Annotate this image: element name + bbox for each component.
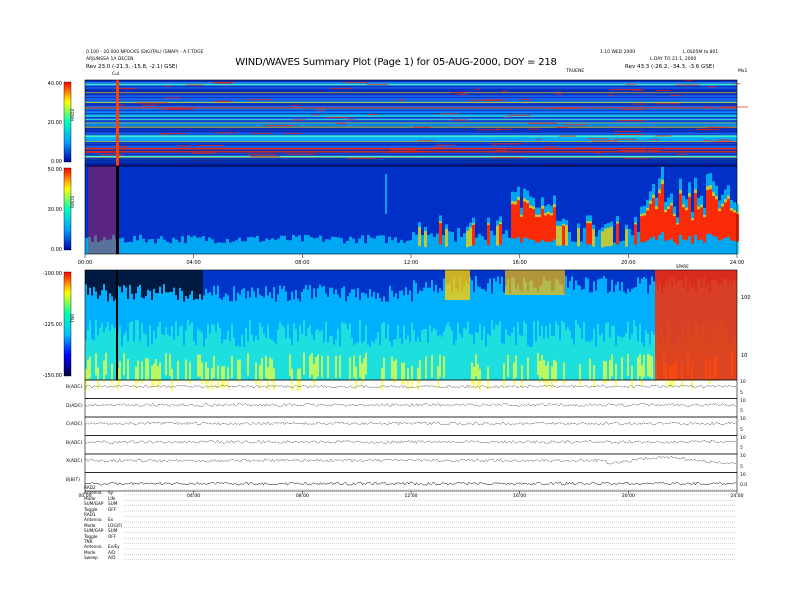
time-tick-bottom: 08:00 [295, 494, 309, 499]
footer-value: A/D [108, 555, 116, 561]
footer-value: OFF [108, 506, 117, 512]
trace-label: B|B(T) [66, 477, 80, 483]
panel-label: TNR [71, 313, 76, 323]
trace-frame [84, 398, 738, 418]
colorbar-tick-label: -150.00 [42, 373, 62, 379]
trace-right-tick: 5 [740, 390, 743, 396]
summary-plot [63, 79, 748, 560]
time-tick-top: 12:00 [403, 260, 419, 266]
time-tick-top: 00:00 [77, 260, 93, 266]
trace-line [84, 402, 737, 407]
colorbar-tick-label: 20.00 [47, 120, 62, 126]
trace-line [84, 384, 737, 389]
time-tick-bottom: 04:00 [187, 494, 201, 499]
trace-line [84, 439, 737, 444]
colorbar-tick-label: 30.00 [47, 207, 62, 213]
trace-label: X(ADC) [66, 459, 83, 464]
trace-right-tick: 10 [740, 398, 746, 404]
trace-frame [84, 472, 738, 492]
footer-value: Ex [108, 517, 114, 523]
trace-right-tick: 10 [740, 435, 746, 441]
trace-label: C(ADC) [66, 422, 83, 427]
tnr-right-tick: 100 [741, 295, 751, 301]
colorbar-tick-label: 0.00 [50, 247, 62, 253]
trace-line [84, 481, 737, 486]
trace-right-tick: 10 [740, 417, 746, 422]
colorbar-tick-label: -100.00 [42, 271, 62, 277]
footer-label: Antenna [84, 517, 102, 523]
footer-label: Antenna [84, 544, 102, 550]
trace-frame [84, 435, 738, 455]
trace-right-tick: 0.0 [740, 483, 748, 488]
trace-frame [84, 453, 738, 473]
footer-label: Sweep [84, 555, 98, 561]
panel-label: RAD2 [71, 108, 76, 121]
trace-frame [84, 416, 738, 436]
footer-label: Antenna [84, 490, 102, 496]
trace-line [84, 421, 737, 426]
trace-label: B(ADC) [66, 385, 83, 390]
time-tick-top: 24:00 [729, 260, 745, 266]
trace-right-tick: 5 [740, 427, 743, 433]
trace-right-tick: 10 [740, 472, 746, 478]
time-tick-bottom: 24:00 [730, 494, 744, 499]
time-tick-bottom: 20:00 [621, 494, 635, 499]
time-tick-top: 20:00 [621, 260, 636, 266]
trace-right-tick: 10 [740, 380, 746, 385]
trace-right-tick: 5 [740, 409, 743, 414]
trace-label: D(ADC) [66, 403, 83, 409]
time-tick-top: 04:00 [186, 260, 201, 266]
colorbar-tick-label: 50.00 [47, 167, 62, 173]
time-tick-bottom: 16:00 [513, 494, 527, 499]
time-tick-top: 16:00 [512, 260, 527, 266]
colorbar-1 [63, 167, 72, 251]
rad1-spectrogram [85, 166, 739, 254]
footer-value: SUM [108, 501, 118, 507]
footer-value: SUM [108, 528, 118, 534]
footer-value: Sy [108, 490, 114, 496]
trace-label: B(ADC) [66, 440, 83, 446]
time-tick-bottom: 12:00 [404, 494, 418, 499]
tnr-right-tick: 10 [741, 353, 748, 359]
footer-label: SUM/GAP [84, 501, 104, 507]
trace-right-tick: 5 [740, 446, 743, 451]
colorbar-tick-label: 0.00 [50, 159, 62, 165]
time-tick-top: 08:00 [295, 260, 310, 266]
trace-right-tick: 10 [740, 454, 746, 459]
colorbar-0 [63, 81, 72, 163]
mark-label: SPARE [676, 264, 689, 269]
colorbar-2 [63, 271, 72, 377]
footer-label: SUM/GAP [84, 528, 104, 534]
tnr-spectrogram [85, 270, 737, 391]
trace-line [84, 455, 737, 465]
colorbar-tick-label: -125.00 [42, 322, 62, 328]
footer-value: OFF [108, 533, 117, 539]
rad2-spectrogram [85, 80, 748, 167]
colorbar-tick-label: 40.00 [47, 81, 62, 87]
trace-right-tick: 5 [740, 464, 743, 470]
panel-label: RAD1 [71, 195, 76, 208]
footer-value: Ex/Ey [108, 544, 120, 550]
